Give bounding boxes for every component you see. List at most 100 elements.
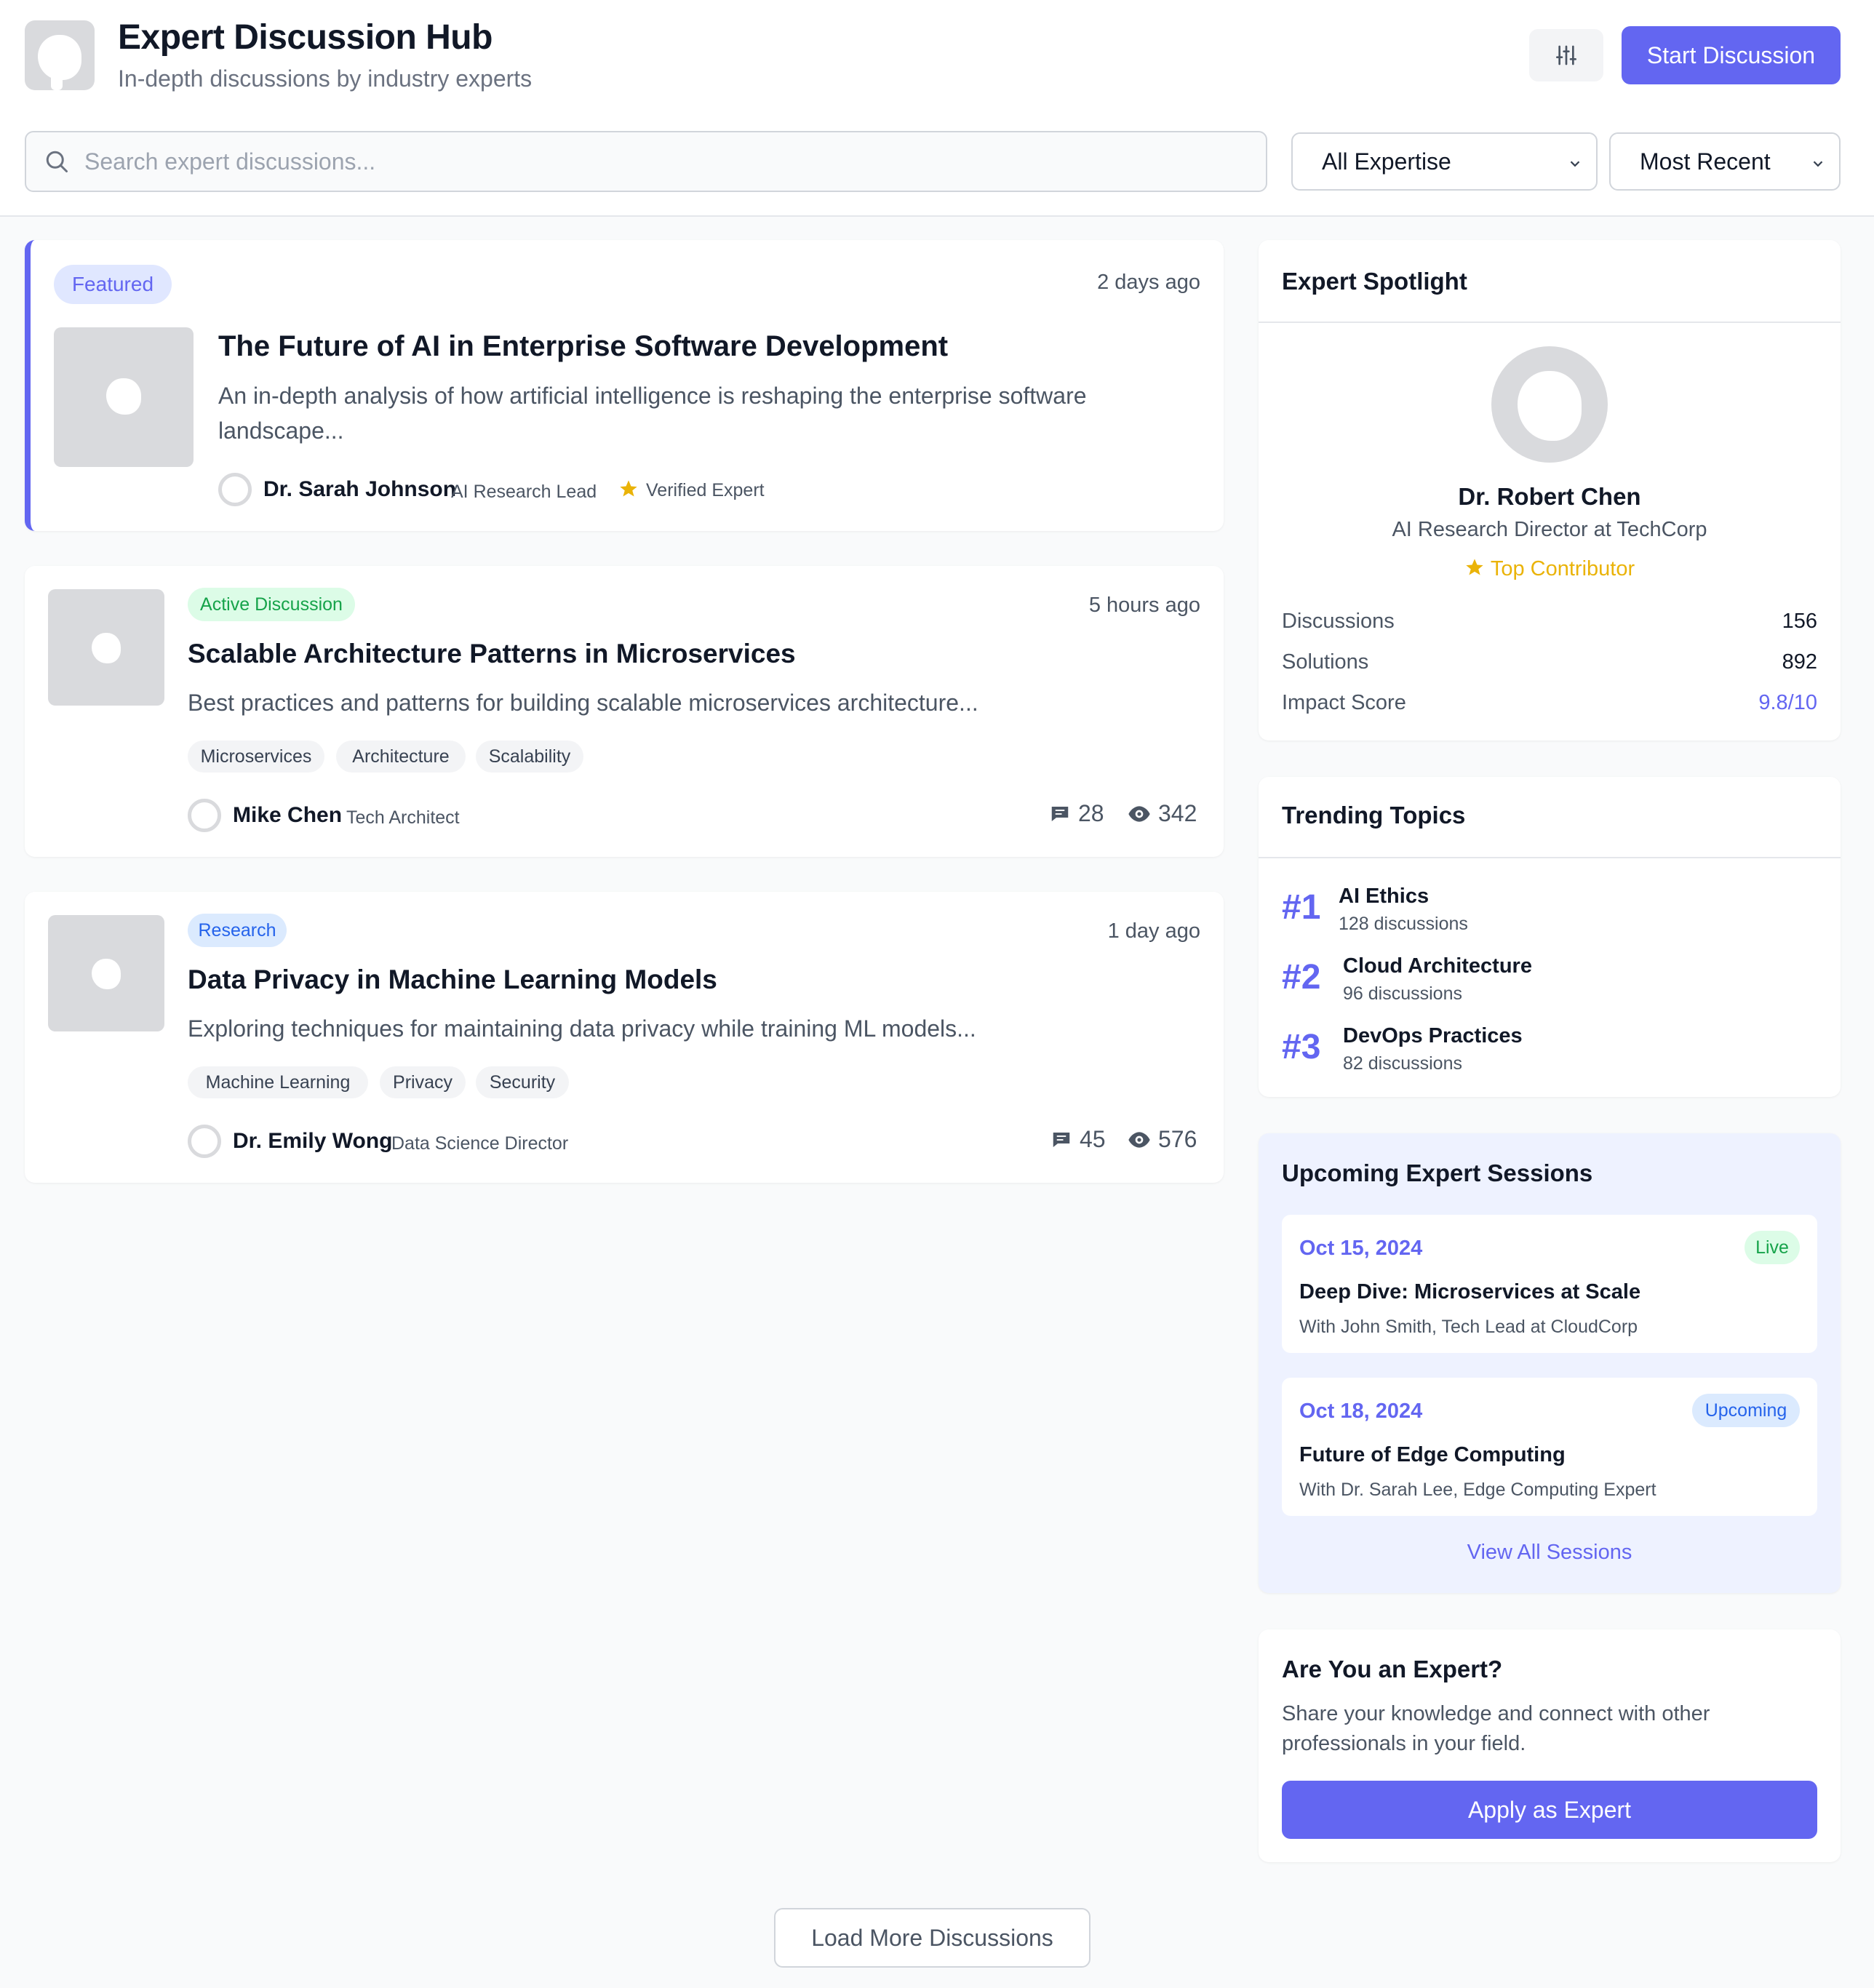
topic-name[interactable]: Cloud Architecture	[1343, 954, 1532, 978]
expert-spotlight-panel: Expert Spotlight Dr. Robert Chen AI Rese…	[1259, 240, 1841, 740]
live-badge: Live	[1745, 1231, 1800, 1264]
search-box[interactable]	[25, 131, 1267, 192]
tag[interactable]: Machine Learning	[188, 1066, 368, 1098]
load-more-button[interactable]: Load More Discussions	[774, 1908, 1090, 1968]
upcoming-sessions-panel: Upcoming Expert Sessions Oct 15, 2024 Li…	[1259, 1133, 1841, 1593]
tag[interactable]: Architecture	[336, 740, 466, 773]
discussion-description: Best practices and patterns for building…	[188, 690, 978, 716]
discussion-title[interactable]: The Future of AI in Enterprise Software …	[218, 330, 948, 363]
spotlight-name[interactable]: Dr. Robert Chen	[1259, 483, 1841, 511]
top-contributor-badge: Top Contributor	[1259, 557, 1841, 581]
app-subtitle: In-depth discussions by industry experts	[118, 65, 533, 92]
star-icon	[1466, 559, 1483, 575]
stat-label: Impact Score	[1282, 691, 1406, 714]
sort-select[interactable]: Most Recent	[1609, 132, 1841, 191]
sliders-icon	[1556, 45, 1576, 65]
chevron-down-icon	[1813, 161, 1823, 167]
upcoming-badge: Upcoming	[1692, 1394, 1800, 1427]
comment-icon	[1053, 1132, 1070, 1147]
app-title: Expert Discussion Hub	[118, 18, 493, 57]
app-header: Expert Discussion Hub In-depth discussio…	[0, 0, 1874, 217]
topic-rank: #1	[1282, 888, 1321, 927]
author-avatar	[188, 799, 221, 832]
session-title: Future of Edge Computing	[1299, 1443, 1566, 1466]
discussion-time: 2 days ago	[1097, 271, 1200, 294]
section-heading: Expert Spotlight	[1282, 268, 1467, 295]
author-role: Data Science Director	[391, 1133, 569, 1154]
expertise-select[interactable]: All Expertise	[1291, 132, 1598, 191]
session-host: With John Smith, Tech Lead at CloudCorp	[1299, 1317, 1638, 1337]
view-count-value: 576	[1158, 1126, 1197, 1152]
search-input[interactable]	[84, 140, 1248, 183]
expertise-select-value: All Expertise	[1322, 148, 1451, 175]
research-badge: Research	[188, 914, 287, 947]
eye-icon	[1128, 805, 1150, 822]
discussion-time: 1 day ago	[1107, 919, 1200, 943]
topic-name[interactable]: AI Ethics	[1339, 885, 1429, 909]
top-contributor-label: Top Contributor	[1490, 557, 1635, 580]
discussion-thumbnail	[54, 327, 194, 467]
author-role: AI Research Lead	[451, 482, 597, 502]
view-count: 576	[1128, 1126, 1197, 1153]
view-count-value: 342	[1158, 800, 1197, 826]
session-date: Oct 15, 2024	[1299, 1237, 1423, 1260]
section-heading: Upcoming Expert Sessions	[1282, 1159, 1593, 1186]
comment-count: 45	[1050, 1126, 1106, 1153]
topic-rank: #3	[1282, 1028, 1321, 1066]
apply-as-expert-button[interactable]: Apply as Expert	[1282, 1781, 1817, 1839]
author-name[interactable]: Dr. Emily Wong	[233, 1129, 392, 1154]
author-role: Tech Architect	[346, 807, 460, 828]
tag[interactable]: Scalability	[476, 740, 583, 773]
topic-count: 82 discussions	[1343, 1053, 1462, 1074]
trending-topics-panel: Trending Topics #1 AI Ethics 128 discuss…	[1259, 777, 1841, 1097]
stat-value: 156	[1782, 610, 1817, 633]
discussion-card-featured[interactable]: Featured 2 days ago The Future of AI in …	[25, 240, 1224, 531]
discussion-thumbnail	[48, 915, 164, 1031]
topic-count: 128 discussions	[1339, 914, 1468, 934]
star-icon	[620, 480, 637, 497]
impact-score-value: 9.8/10	[1758, 691, 1817, 714]
tag[interactable]: Privacy	[380, 1066, 466, 1098]
discussion-card[interactable]: Research 1 day ago Data Privacy in Machi…	[25, 892, 1224, 1183]
session-host: With Dr. Sarah Lee, Edge Computing Exper…	[1299, 1480, 1656, 1500]
discussion-time: 5 hours ago	[1088, 594, 1200, 617]
discussion-card[interactable]: Active Discussion 5 hours ago Scalable A…	[25, 566, 1224, 857]
stat-label: Discussions	[1282, 610, 1395, 633]
search-icon	[46, 151, 68, 172]
filter-settings-button[interactable]	[1529, 29, 1603, 81]
author-name[interactable]: Dr. Sarah Johnson	[263, 477, 456, 502]
comment-count: 28	[1049, 800, 1104, 827]
featured-badge: Featured	[54, 265, 172, 304]
sort-select-value: Most Recent	[1640, 148, 1771, 175]
discussion-description: Exploring techniques for maintaining dat…	[188, 1015, 976, 1042]
verified-expert-label: Verified Expert	[646, 480, 765, 500]
stat-label: Solutions	[1282, 650, 1369, 674]
active-discussion-badge: Active Discussion	[188, 588, 355, 621]
tag[interactable]: Microservices	[188, 740, 324, 773]
comment-count-value: 45	[1080, 1126, 1106, 1152]
session-card[interactable]: Oct 15, 2024 Live Deep Dive: Microservic…	[1282, 1215, 1817, 1353]
view-all-sessions-link[interactable]: View All Sessions	[1259, 1541, 1841, 1565]
session-card[interactable]: Oct 18, 2024 Upcoming Future of Edge Com…	[1282, 1378, 1817, 1516]
discussion-title[interactable]: Data Privacy in Machine Learning Models	[188, 965, 717, 995]
start-discussion-button[interactable]: Start Discussion	[1622, 26, 1841, 84]
spotlight-avatar[interactable]	[1491, 346, 1608, 463]
session-title: Deep Dive: Microservices at Scale	[1299, 1280, 1641, 1304]
spotlight-title: AI Research Director at TechCorp	[1392, 518, 1707, 541]
chevron-down-icon	[1570, 161, 1580, 167]
stat-value: 892	[1782, 650, 1817, 674]
comment-count-value: 28	[1078, 800, 1104, 826]
tag[interactable]: Security	[476, 1066, 569, 1098]
discussion-thumbnail	[48, 589, 164, 706]
session-date: Oct 18, 2024	[1299, 1400, 1423, 1423]
topic-name[interactable]: DevOps Practices	[1343, 1024, 1523, 1048]
comment-icon	[1051, 806, 1069, 821]
logo-icon	[25, 20, 95, 90]
topic-rank: #2	[1282, 958, 1321, 997]
view-count: 342	[1128, 800, 1197, 827]
topic-count: 96 discussions	[1343, 983, 1462, 1004]
author-name[interactable]: Mike Chen	[233, 803, 342, 828]
section-heading: Are You an Expert?	[1282, 1656, 1503, 1682]
discussion-title[interactable]: Scalable Architecture Patterns in Micros…	[188, 639, 796, 669]
eye-icon	[1128, 1131, 1150, 1148]
